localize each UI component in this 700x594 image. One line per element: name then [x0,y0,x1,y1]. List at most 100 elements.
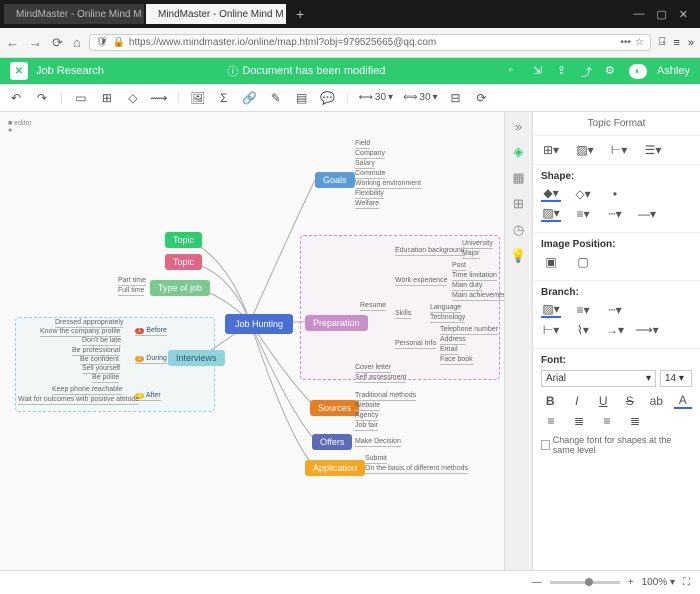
leaf-resume[interactable]: Resume [360,302,386,311]
font-size-select[interactable]: 14 ▾ [660,370,692,387]
overflow-icon[interactable]: » [688,37,694,49]
node-prep[interactable]: Preparation [305,315,368,331]
line-color[interactable]: ▨▾ [541,206,561,222]
format-tab-icon[interactable]: ◈ [511,144,527,160]
branch-btn[interactable]: ⊢▾ [609,142,629,158]
zoom-value[interactable]: 100% ▾ [642,577,675,588]
leaf[interactable]: Face book [440,356,473,365]
line-weight[interactable]: ≡▾ [573,206,593,222]
img-left[interactable]: ▣ [541,254,561,270]
leaf[interactable]: Know the company profile [40,328,121,337]
align-center[interactable]: ≣ [569,413,589,429]
expand-icon[interactable]: » [511,118,527,134]
image-icon[interactable]: 🖼 [190,90,206,106]
leaf[interactable]: On the basis of different methods [365,465,468,474]
zoom-in[interactable]: + [628,577,634,588]
leaf[interactable]: Major [462,250,480,259]
style-btn[interactable]: ▨▾ [575,142,595,158]
branch-dash[interactable]: ┄▾ [605,302,625,318]
page-actions-icon[interactable]: ••• [620,37,631,48]
branch-style2[interactable]: ⌇▾ [573,322,593,338]
idea-tab-icon[interactable]: 💡 [511,248,527,264]
redo-button[interactable]: ↷ [34,90,50,106]
tag-during[interactable]: 2 During [135,355,167,364]
leaf[interactable]: Submit [365,455,387,464]
new-tab-button[interactable]: + [288,6,312,22]
zoom-out[interactable]: — [532,577,542,588]
fullscreen-button[interactable]: ⛶ [683,577,690,588]
leaf[interactable]: Skills [395,310,411,319]
refresh-icon[interactable]: ⟳ [474,90,490,106]
align-right[interactable]: ≡ [597,413,617,429]
leaf[interactable]: Company [355,150,385,159]
font-color[interactable]: A [674,393,693,409]
leaf[interactable]: Flexibility [355,190,384,199]
node-topic[interactable]: Topic [165,232,202,248]
leaf[interactable]: Job fair [355,422,378,431]
export-icon[interactable]: ⇲ [533,64,547,78]
leaf[interactable]: Main duty [452,282,482,291]
same-level-checkbox[interactable]: Change font for shapes at the same level [541,435,692,455]
menu-icon[interactable]: ≡ [673,37,679,49]
zoom-slider[interactable] [550,581,620,584]
maximize-button[interactable]: ▢ [656,8,666,21]
user-avatar[interactable]: ◐ [629,64,647,79]
theme-tab-icon[interactable]: ▦ [511,170,527,186]
branch-weight[interactable]: ≡▾ [573,302,593,318]
more-icon[interactable]: • [605,186,625,202]
browser-tab[interactable]: MindMaster - Online Mind M× [4,4,144,24]
formula-icon[interactable]: Σ [216,90,232,106]
browser-tab-active[interactable]: MindMaster - Online Mind M× [146,4,286,24]
node-goals[interactable]: Goals [315,172,355,188]
leaf[interactable]: Keep phone reachable [52,386,122,395]
align-justify[interactable]: ≣ [625,413,645,429]
forward-button[interactable]: → [29,35,42,51]
leaf[interactable]: Commute [355,170,385,179]
node-type[interactable]: Type of job [150,280,210,296]
floating-icon[interactable]: ◇ [125,90,141,106]
fill-color[interactable]: ◆▾ [541,186,561,202]
leaf[interactable]: Sell yourself [82,365,120,374]
leaf[interactable]: Website [355,402,380,411]
leaf[interactable]: Email [440,346,458,355]
node-application[interactable]: Application [305,460,365,476]
library-icon[interactable]: ⍈ [659,36,666,49]
collapse-icon[interactable]: ⊟ [448,90,464,106]
leaf[interactable]: Welfare [355,200,379,209]
cloud-icon[interactable]: ⇪ [557,64,571,78]
close-button[interactable]: ✕ [679,8,688,21]
leaf[interactable]: Post [452,262,466,271]
spacing-h[interactable]: ⟷ 30 ▾ [359,92,394,103]
leaf[interactable]: Part time [118,277,146,286]
tag-before[interactable]: 1 Before [135,327,167,336]
back-button[interactable]: ← [6,35,19,51]
leaf[interactable]: Address [440,336,466,345]
line-style[interactable]: —▾ [637,206,657,222]
leaf[interactable]: Traditional methods [355,392,416,401]
leaf[interactable]: Be polite [92,374,119,383]
align-left[interactable]: ≡ [541,413,561,429]
case-button[interactable]: ab [647,393,666,409]
font-family-select[interactable]: Arial ▾ [541,370,656,387]
branch-color[interactable]: ▨▾ [541,302,561,318]
leaf[interactable]: Language [430,304,461,313]
leaf[interactable]: Work experience [395,277,447,286]
comment-icon[interactable]: 💬 [320,90,336,106]
underline-button[interactable]: U [594,393,613,409]
branch-style1[interactable]: ⊢▾ [541,322,561,338]
topic-icon[interactable]: ▭ [73,90,89,106]
leaf[interactable]: University [462,240,493,249]
leaf[interactable]: Field [355,140,370,149]
leaf[interactable]: Personal Info [395,340,436,349]
leaf[interactable]: Salary [355,160,375,169]
leaf[interactable]: Dressed appropriately [55,319,123,328]
minimize-button[interactable]: — [633,8,644,21]
share-icon[interactable]: ⤴ [581,64,595,78]
bold-button[interactable]: B [541,393,560,409]
node-interviews[interactable]: Interviews [168,350,225,366]
note-icon[interactable]: ▤ [294,90,310,106]
leaf[interactable]: Self assessment [355,374,406,383]
shape-type[interactable]: ◇▾ [573,186,593,202]
line-dash[interactable]: ┄▾ [605,206,625,222]
leaf[interactable]: Don't be late [82,337,121,346]
